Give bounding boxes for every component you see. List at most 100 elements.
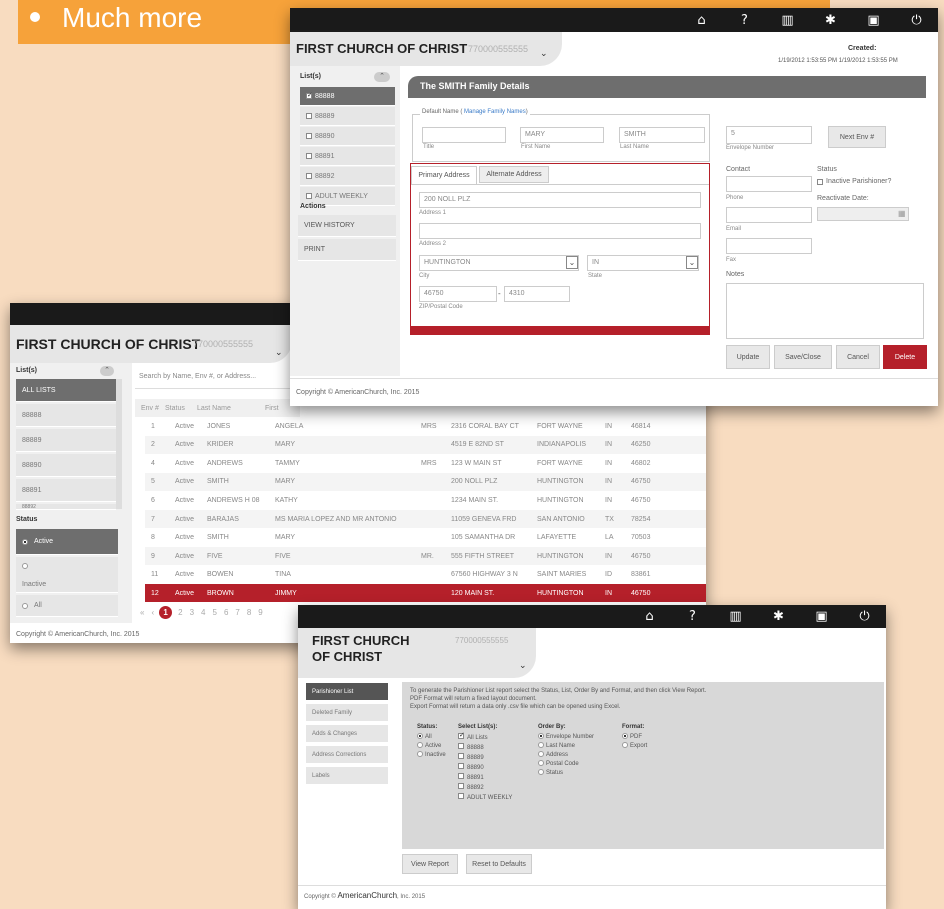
list-item[interactable]: 88890 <box>16 454 116 477</box>
list-checkbox[interactable]: 88890 <box>458 763 512 773</box>
col-lastname[interactable]: Last Name <box>197 405 265 412</box>
reset-defaults-button[interactable]: Reset to Defaults <box>466 854 532 874</box>
pager-first[interactable]: « <box>140 608 144 617</box>
radio-option[interactable]: All <box>417 733 446 742</box>
page-number[interactable]: 9 <box>258 608 262 617</box>
help-icon[interactable]: ? <box>723 13 766 28</box>
chart-icon[interactable]: ▥ <box>714 609 757 624</box>
list-item[interactable]: 88888 <box>300 87 395 106</box>
table-row[interactable]: 9 Active FIVE FIVE MR. 555 FIFTH STREET HUNTIN… <box>145 547 706 566</box>
chevron-down-icon[interactable]: ⌄ <box>686 256 698 269</box>
list-item[interactable]: 88892 <box>300 167 395 186</box>
briefcase-icon[interactable]: ▣ <box>800 609 843 624</box>
page-number[interactable]: 3 <box>190 608 194 617</box>
table-row[interactable]: 12 Active BROWN JIMMY 120 MAIN ST. HUNTINGTON… <box>145 584 706 603</box>
radio-option[interactable]: Last Name <box>538 742 594 751</box>
table-row[interactable]: 8 Active SMITH MARY 105 SAMANTHA DR LAFAYETTE… <box>145 529 706 547</box>
list-item[interactable]: 88892 <box>16 504 116 510</box>
tab-alternate-address[interactable]: Alternate Address <box>479 166 549 183</box>
view-report-button[interactable]: View Report <box>402 854 458 874</box>
next-env-button[interactable]: Next Env # <box>828 126 886 148</box>
manage-family-names-link[interactable]: Manage Family Names <box>464 109 526 115</box>
radio-option[interactable]: Export <box>622 742 647 751</box>
envelope-number-field[interactable]: 5 <box>726 126 812 144</box>
radio-option[interactable]: Inactive <box>417 751 446 760</box>
power-icon[interactable]: ⏻ <box>843 609 886 624</box>
chevron-down-icon[interactable]: ⌄ <box>519 660 527 671</box>
first-name-field[interactable]: MARY <box>520 127 604 143</box>
report-nav-item[interactable]: Address Corrections <box>306 746 388 764</box>
briefcase-icon[interactable]: ▣ <box>852 13 895 28</box>
view-history-action[interactable]: VIEW HISTORY <box>298 215 396 237</box>
list-checkbox[interactable]: All Lists <box>458 731 512 743</box>
page-number[interactable]: 1 <box>159 606 173 619</box>
power-icon[interactable]: ⏻ <box>895 13 938 28</box>
address1-field[interactable]: 200 NOLL PLZ <box>419 192 701 208</box>
delete-button[interactable]: Delete <box>883 345 927 369</box>
report-nav-item[interactable]: Adds & Changes <box>306 725 388 743</box>
address2-field[interactable] <box>419 223 701 239</box>
email-field[interactable] <box>726 238 812 254</box>
chevron-down-icon[interactable]: ⌄ <box>566 256 578 269</box>
list-item[interactable]: 88890 <box>300 127 395 146</box>
list-item[interactable]: ALL LISTS <box>16 379 116 402</box>
list-item[interactable]: 88888 <box>16 404 116 427</box>
print-action[interactable]: PRINT <box>298 239 396 261</box>
zip4-field[interactable]: 4310 <box>504 286 570 302</box>
collapse-icon[interactable]: ⌃ <box>374 72 390 82</box>
list-checkbox[interactable]: 88889 <box>458 753 512 763</box>
title-field[interactable] <box>422 127 506 143</box>
list-checkbox[interactable]: ADULT WEEKLY <box>458 793 512 803</box>
list-item[interactable]: 88891 <box>16 479 116 502</box>
page-number[interactable]: 2 <box>178 608 182 617</box>
list-checkbox[interactable]: 88892 <box>458 783 512 793</box>
table-row[interactable]: 2 Active KRIDER MARY 4519 E 82ND ST INDIANAPO… <box>145 435 706 454</box>
update-button[interactable]: Update <box>726 345 770 369</box>
page-number[interactable]: 6 <box>224 608 228 617</box>
list-checkbox[interactable]: 88888 <box>458 743 512 753</box>
table-row[interactable]: 5 Active SMITH MARY 200 NOLL PLZ HUNTINGTON IN… <box>145 472 706 491</box>
phone-field[interactable] <box>726 207 812 223</box>
page-number[interactable]: 5 <box>212 608 216 617</box>
page-number[interactable]: 4 <box>201 608 205 617</box>
report-nav-item[interactable]: Deleted Family <box>306 704 388 722</box>
inactive-checkbox[interactable]: Inactive Parishioner? <box>817 178 891 185</box>
help-icon[interactable]: ? <box>671 609 714 624</box>
last-name-field[interactable]: SMITH <box>619 127 705 143</box>
collapse-icon[interactable]: ⌃ <box>100 366 114 376</box>
chart-icon[interactable]: ▥ <box>766 13 809 28</box>
radio-option[interactable]: Envelope Number <box>538 733 594 742</box>
col-env[interactable]: Env # <box>135 405 165 412</box>
zip-field[interactable]: 46750 <box>419 286 497 302</box>
list-checkbox[interactable]: 88891 <box>458 773 512 783</box>
table-row[interactable]: 7 Active BARAJAS MS MARIA LOPEZ AND MR ANTO… <box>145 510 706 528</box>
page-number[interactable]: 7 <box>235 608 239 617</box>
search-input[interactable]: Search by Name, Env #, or Address... <box>135 367 300 389</box>
col-status[interactable]: Status <box>165 405 197 412</box>
home-icon[interactable]: ⌂ <box>628 609 671 624</box>
list-item[interactable]: 88889 <box>16 429 116 452</box>
table-row[interactable]: 6 Active ANDREWS H 08 KATHY 1234 MAIN ST. HUN… <box>145 491 706 509</box>
gear-icon[interactable]: ✱ <box>757 609 800 624</box>
gear-icon[interactable]: ✱ <box>809 13 852 28</box>
report-nav-item[interactable]: Parishioner List <box>306 683 388 701</box>
radio-option[interactable]: PDF <box>622 733 647 742</box>
table-row[interactable]: 1 Active JONES ANGELA MRS 2316 CORAL BAY CT FO… <box>145 417 706 435</box>
table-row[interactable]: 4 Active ANDREWS TAMMY MRS 123 W MAIN ST FORT … <box>145 454 706 472</box>
radio-option[interactable]: Status <box>538 769 594 778</box>
status-inactive[interactable]: Inactive <box>16 557 118 593</box>
radio-option[interactable]: Address <box>538 751 594 760</box>
page-number[interactable]: 8 <box>247 608 251 617</box>
state-select[interactable]: IN <box>587 255 699 271</box>
radio-option[interactable]: Postal Code <box>538 760 594 769</box>
contact-field[interactable] <box>726 176 812 192</box>
tab-primary-address[interactable]: Primary Address <box>411 166 477 184</box>
save-close-button[interactable]: Save/Close <box>774 345 832 369</box>
city-field[interactable]: HUNTINGTON <box>419 255 579 271</box>
radio-option[interactable]: Active <box>417 742 446 751</box>
home-icon[interactable]: ⌂ <box>680 13 723 28</box>
list-item[interactable]: 88889 <box>300 107 395 126</box>
pager-prev[interactable]: ‹ <box>151 608 154 617</box>
cancel-button[interactable]: Cancel <box>836 345 880 369</box>
status-active[interactable]: Active <box>16 529 118 555</box>
